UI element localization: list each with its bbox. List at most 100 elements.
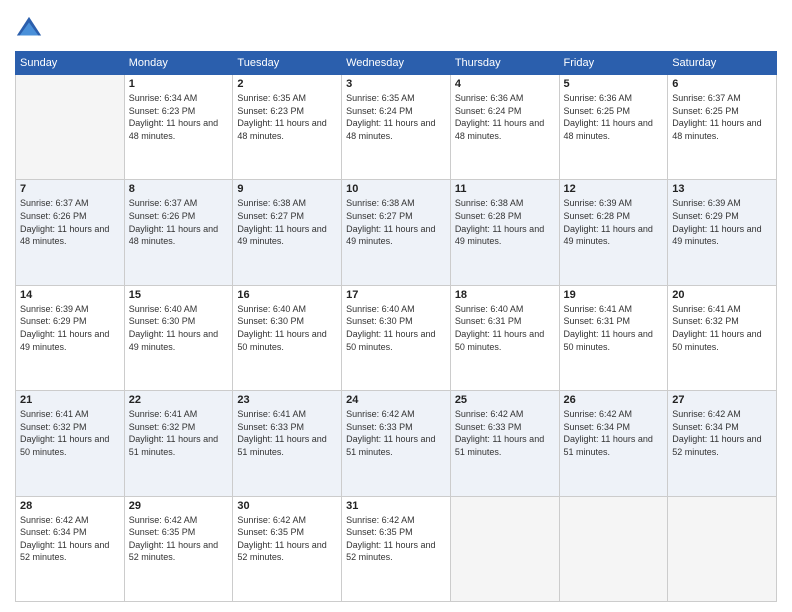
calendar-cell: [16, 75, 125, 180]
day-info: Sunrise: 6:37 AMSunset: 6:25 PMDaylight:…: [672, 92, 772, 142]
weekday-header: Saturday: [668, 52, 777, 75]
day-number: 1: [129, 78, 229, 90]
calendar-cell: 24Sunrise: 6:42 AMSunset: 6:33 PMDayligh…: [342, 391, 451, 496]
calendar-cell: 2 Sunrise: 6:35 AMSunset: 6:23 PMDaylight…: [233, 75, 342, 180]
weekday-header: Friday: [559, 52, 668, 75]
weekday-header: Tuesday: [233, 52, 342, 75]
day-info: Sunrise: 6:42 AMSunset: 6:34 PMDaylight:…: [672, 408, 772, 458]
day-info: Sunrise: 6:39 AMSunset: 6:28 PMDaylight:…: [564, 197, 664, 247]
day-info: Sunrise: 6:40 AMSunset: 6:30 PMDaylight:…: [346, 303, 446, 353]
calendar-cell: 28 Sunrise: 6:42 AMSunset: 6:34 PMDayligh…: [16, 496, 125, 601]
day-info: Sunrise: 6:38 AMSunset: 6:27 PMDaylight:…: [237, 197, 337, 247]
day-info: Sunrise: 6:40 AMSunset: 6:30 PMDaylight:…: [237, 303, 337, 353]
day-number: 6: [672, 78, 772, 90]
day-number: 3: [346, 78, 446, 90]
calendar-cell: 23 Sunrise: 6:41 AMSunset: 6:33 PMDayligh…: [233, 391, 342, 496]
calendar-cell: 9Sunrise: 6:38 AMSunset: 6:27 PMDaylight…: [233, 180, 342, 285]
day-info: Sunrise: 6:37 AMSunset: 6:26 PMDaylight:…: [20, 197, 120, 247]
day-info: Sunrise: 6:42 AMSunset: 6:35 PMDaylight:…: [237, 514, 337, 564]
day-number: 5: [564, 78, 664, 90]
day-number: 29: [129, 500, 229, 512]
day-number: 30: [237, 500, 337, 512]
day-number: 31: [346, 500, 446, 512]
day-number: 13: [672, 183, 772, 195]
day-number: 28: [20, 500, 120, 512]
weekday-header: Wednesday: [342, 52, 451, 75]
day-info: Sunrise: 6:40 AMSunset: 6:30 PMDaylight:…: [129, 303, 229, 353]
calendar-cell: [559, 496, 668, 601]
calendar-cell: 17 Sunrise: 6:40 AMSunset: 6:30 PMDayligh…: [342, 285, 451, 390]
day-info: Sunrise: 6:41 AMSunset: 6:32 PMDaylight:…: [129, 408, 229, 458]
header: [15, 10, 777, 43]
day-number: 15: [129, 289, 229, 301]
calendar-cell: 5Sunrise: 6:36 AMSunset: 6:25 PMDaylight…: [559, 75, 668, 180]
weekday-header: Thursday: [450, 52, 559, 75]
calendar-cell: [668, 496, 777, 601]
day-info: Sunrise: 6:34 AMSunset: 6:23 PMDaylight:…: [129, 92, 229, 142]
day-number: 21: [20, 394, 120, 406]
page: SundayMondayTuesdayWednesdayThursdayFrid…: [0, 0, 792, 612]
calendar-cell: 13 Sunrise: 6:39 AMSunset: 6:29 PMDayligh…: [668, 180, 777, 285]
calendar-cell: 6 Sunrise: 6:37 AMSunset: 6:25 PMDaylight…: [668, 75, 777, 180]
day-info: Sunrise: 6:41 AMSunset: 6:32 PMDaylight:…: [20, 408, 120, 458]
calendar-cell: 1 Sunrise: 6:34 AMSunset: 6:23 PMDaylight…: [124, 75, 233, 180]
calendar-cell: 22Sunrise: 6:41 AMSunset: 6:32 PMDayligh…: [124, 391, 233, 496]
day-number: 10: [346, 183, 446, 195]
day-info: Sunrise: 6:38 AMSunset: 6:28 PMDaylight:…: [455, 197, 555, 247]
day-info: Sunrise: 6:42 AMSunset: 6:33 PMDaylight:…: [455, 408, 555, 458]
calendar-cell: 29 Sunrise: 6:42 AMSunset: 6:35 PMDayligh…: [124, 496, 233, 601]
day-info: Sunrise: 6:41 AMSunset: 6:31 PMDaylight:…: [564, 303, 664, 353]
day-info: Sunrise: 6:35 AMSunset: 6:23 PMDaylight:…: [237, 92, 337, 142]
calendar-cell: 10 Sunrise: 6:38 AMSunset: 6:27 PMDayligh…: [342, 180, 451, 285]
day-number: 25: [455, 394, 555, 406]
day-info: Sunrise: 6:39 AMSunset: 6:29 PMDaylight:…: [20, 303, 120, 353]
calendar-cell: [450, 496, 559, 601]
day-info: Sunrise: 6:41 AMSunset: 6:33 PMDaylight:…: [237, 408, 337, 458]
day-info: Sunrise: 6:42 AMSunset: 6:34 PMDaylight:…: [564, 408, 664, 458]
day-info: Sunrise: 6:39 AMSunset: 6:29 PMDaylight:…: [672, 197, 772, 247]
day-number: 16: [237, 289, 337, 301]
day-info: Sunrise: 6:41 AMSunset: 6:32 PMDaylight:…: [672, 303, 772, 353]
calendar-cell: 16 Sunrise: 6:40 AMSunset: 6:30 PMDayligh…: [233, 285, 342, 390]
day-info: Sunrise: 6:38 AMSunset: 6:27 PMDaylight:…: [346, 197, 446, 247]
calendar-cell: 8Sunrise: 6:37 AMSunset: 6:26 PMDaylight…: [124, 180, 233, 285]
day-number: 23: [237, 394, 337, 406]
day-info: Sunrise: 6:37 AMSunset: 6:26 PMDaylight:…: [129, 197, 229, 247]
logo: [15, 15, 45, 43]
day-number: 11: [455, 183, 555, 195]
day-number: 26: [564, 394, 664, 406]
day-number: 27: [672, 394, 772, 406]
day-number: 2: [237, 78, 337, 90]
day-info: Sunrise: 6:35 AMSunset: 6:24 PMDaylight:…: [346, 92, 446, 142]
calendar-table: SundayMondayTuesdayWednesdayThursdayFrid…: [15, 51, 777, 602]
weekday-header: Sunday: [16, 52, 125, 75]
calendar-cell: 7 Sunrise: 6:37 AMSunset: 6:26 PMDaylight…: [16, 180, 125, 285]
day-number: 17: [346, 289, 446, 301]
calendar-cell: 27 Sunrise: 6:42 AMSunset: 6:34 PMDayligh…: [668, 391, 777, 496]
day-info: Sunrise: 6:36 AMSunset: 6:24 PMDaylight:…: [455, 92, 555, 142]
calendar-cell: 4Sunrise: 6:36 AMSunset: 6:24 PMDaylight…: [450, 75, 559, 180]
calendar-cell: 25 Sunrise: 6:42 AMSunset: 6:33 PMDayligh…: [450, 391, 559, 496]
calendar-row: 21 Sunrise: 6:41 AMSunset: 6:32 PMDayligh…: [16, 391, 777, 496]
calendar-cell: 14 Sunrise: 6:39 AMSunset: 6:29 PMDayligh…: [16, 285, 125, 390]
calendar-cell: 30 Sunrise: 6:42 AMSunset: 6:35 PMDayligh…: [233, 496, 342, 601]
calendar-cell: 31 Sunrise: 6:42 AMSunset: 6:35 PMDayligh…: [342, 496, 451, 601]
calendar-header-row: SundayMondayTuesdayWednesdayThursdayFrid…: [16, 52, 777, 75]
calendar-cell: 11 Sunrise: 6:38 AMSunset: 6:28 PMDayligh…: [450, 180, 559, 285]
day-info: Sunrise: 6:42 AMSunset: 6:35 PMDaylight:…: [346, 514, 446, 564]
day-info: Sunrise: 6:42 AMSunset: 6:35 PMDaylight:…: [129, 514, 229, 564]
day-number: 18: [455, 289, 555, 301]
day-number: 20: [672, 289, 772, 301]
calendar-cell: 3 Sunrise: 6:35 AMSunset: 6:24 PMDaylight…: [342, 75, 451, 180]
day-info: Sunrise: 6:42 AMSunset: 6:34 PMDaylight:…: [20, 514, 120, 564]
calendar-cell: 21 Sunrise: 6:41 AMSunset: 6:32 PMDayligh…: [16, 391, 125, 496]
day-number: 7: [20, 183, 120, 195]
day-info: Sunrise: 6:42 AMSunset: 6:33 PMDaylight:…: [346, 408, 446, 458]
day-number: 19: [564, 289, 664, 301]
day-number: 14: [20, 289, 120, 301]
calendar-cell: 19 Sunrise: 6:41 AMSunset: 6:31 PMDayligh…: [559, 285, 668, 390]
calendar-row: 7 Sunrise: 6:37 AMSunset: 6:26 PMDaylight…: [16, 180, 777, 285]
calendar-cell: 12Sunrise: 6:39 AMSunset: 6:28 PMDayligh…: [559, 180, 668, 285]
calendar-cell: 18Sunrise: 6:40 AMSunset: 6:31 PMDayligh…: [450, 285, 559, 390]
calendar-cell: 15 Sunrise: 6:40 AMSunset: 6:30 PMDayligh…: [124, 285, 233, 390]
